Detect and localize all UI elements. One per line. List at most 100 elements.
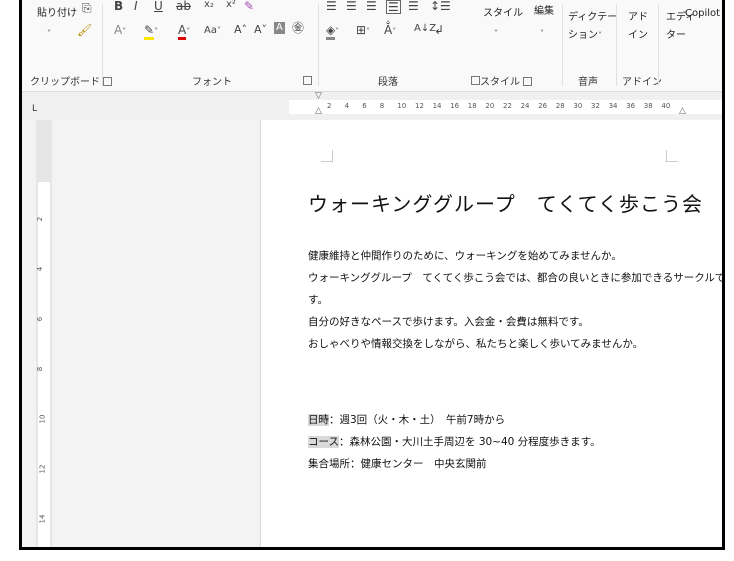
body-paragraph[interactable]: おしゃべりや情報交換をしながら、私たちと楽しく歩いてみませんか。 [308, 336, 643, 351]
ruler-tick-label: 30 [573, 102, 583, 110]
left-indent-marker-icon[interactable]: △ [315, 107, 322, 116]
detail-line-date[interactable]: 日時：週3回（火・木・土） 午前7時から [308, 412, 505, 427]
ruler-tick-label: 12 [415, 102, 424, 110]
paragraph-launcher-icon[interactable] [471, 76, 480, 85]
addins-button-line2[interactable]: イン [628, 26, 648, 41]
body-paragraph[interactable]: 自分の好きなペースで歩けます。入会金・会費は無料です。 [308, 314, 589, 329]
ruler-tick-label: 4 [36, 266, 45, 272]
detail-text: 健康センター 中央玄関前 [360, 458, 487, 470]
ruler-tick-label: 6 [362, 102, 367, 110]
paragraph-group-label: 段落 [378, 77, 398, 88]
ribbon-separator [658, 4, 659, 86]
ruler-tick-label: 14 [432, 102, 442, 110]
right-indent-marker-icon[interactable]: △ [679, 107, 686, 116]
addins-button[interactable]: アド [628, 8, 648, 23]
crop-mark-top-right [666, 150, 678, 162]
change-case-button[interactable]: Aa˅ [204, 26, 221, 36]
document-title[interactable]: ウォーキンググループ てくてく歩こう会 [308, 188, 703, 217]
ruler-tick-label: 22 [503, 102, 512, 110]
paste-options-icon[interactable]: ⎘ [82, 2, 92, 14]
italic-icon[interactable]: I [134, 0, 138, 12]
line-spacing-icon[interactable]: ↕☰ [430, 0, 451, 12]
editor-button-line2[interactable]: ター [666, 26, 686, 41]
ruler-tick-label: 40 [661, 102, 671, 110]
body-paragraph[interactable]: 健康維持と仲間作りのために、ウォーキングを始めてみませんか。 [308, 248, 622, 263]
body-paragraph[interactable]: ウォーキンググループ てくてく歩こう会では、都合の良いときに参加できるサークルで [308, 270, 722, 285]
ruler-tick-label: 2 [327, 102, 332, 110]
detail-text: 森林公園・大川土手周辺を 30~40 分程度歩きます。 [349, 436, 601, 448]
ribbon-separator [102, 4, 103, 86]
copilot-button[interactable]: Copilot [685, 8, 720, 19]
align-center-icon[interactable]: ☰ [346, 0, 357, 12]
character-shading-icon[interactable]: A [274, 22, 285, 34]
show-marks-icon[interactable]: ↲ [434, 24, 444, 36]
first-line-indent-marker-icon[interactable]: ▽ [315, 92, 322, 101]
ruler-tick-label: 4 [344, 102, 350, 110]
align-left-icon[interactable]: ☰ [326, 0, 337, 12]
ribbon-separator [616, 4, 617, 86]
styles-group: スタイル ˅ スタイル [480, 0, 532, 91]
editing-button[interactable]: 編集 [534, 2, 554, 17]
paste-dropdown-chevron-icon[interactable]: ˅ [47, 26, 51, 38]
ruler-tick-label: 14 [38, 514, 47, 524]
bold-icon[interactable]: B [114, 0, 123, 12]
superscript-icon[interactable]: x² [226, 0, 236, 10]
sort-icon[interactable]: A↓Z [414, 24, 436, 34]
ruler-tick-label: 2 [36, 216, 45, 222]
styles-chevron-icon[interactable]: ˅ [494, 26, 498, 38]
subscript-icon[interactable]: x₂ [204, 0, 214, 10]
justify-icon[interactable]: ☰ [386, 0, 401, 14]
addins-group-label: アドイン [622, 77, 662, 88]
paragraph-group: ☰ ☰ ☰ ☰ ☰ ↕☰ ◈˅ ⊞˅ A̐˅ A↓Z ↲ 段落 [320, 0, 480, 91]
ruler-tick-label: 20 [485, 102, 495, 110]
text-effects-icon[interactable]: A˅ [114, 24, 126, 36]
enclose-characters-icon[interactable]: ㊎ [292, 22, 304, 34]
ribbon: 貼り付け ⎘ ˅ 🖌 クリップボード B I U ab x₂ x² ✎ A˅ ✎… [22, 0, 722, 92]
ruler-tick-label: 6 [36, 316, 45, 322]
crop-mark-top-left [321, 150, 333, 162]
asian-layout-icon[interactable]: A̐˅ [384, 24, 396, 36]
distributed-icon[interactable]: ☰ [408, 0, 419, 12]
tab-selector-icon[interactable]: L [32, 104, 37, 114]
styles-launcher-icon[interactable] [523, 77, 532, 86]
body-paragraph[interactable]: す。 [308, 292, 328, 307]
ruler-tick-label: 8 [379, 102, 385, 110]
paste-button[interactable]: 貼り付け [37, 4, 77, 19]
dictation-button-line2[interactable]: ション˅ [568, 26, 602, 41]
shrink-font-icon[interactable]: A˅ [254, 24, 267, 35]
strikethrough-icon[interactable]: ab [176, 0, 191, 12]
copilot-group: Copilot [685, 0, 722, 91]
grow-font-icon[interactable]: A˄ [234, 24, 247, 35]
horizontal-ruler[interactable]: ▽ △ △ 2 4 6 8 10 12 14 16 18 20 22 24 26 28 30 32 34 36 38… [22, 92, 722, 120]
clipboard-group: 貼り付け ⎘ ˅ 🖌 クリップボード [22, 0, 112, 91]
shading-icon[interactable]: ◈˅ [326, 23, 339, 40]
document-canvas: ウォーキンググループ てくてく歩こう会 健康維持と仲間作りのために、ウォーキング… [52, 120, 722, 547]
highlight-color-icon[interactable]: ✎˅ [144, 23, 158, 40]
ruler-tick-label: 36 [626, 102, 636, 110]
align-right-icon[interactable]: ☰ [366, 0, 377, 12]
dictation-button[interactable]: ディクテー [568, 8, 617, 23]
detail-label: 集合場所 [308, 458, 350, 470]
ruler-tick-label: 16 [450, 102, 460, 110]
underline-icon[interactable]: U [154, 0, 163, 12]
borders-icon[interactable]: ⊞˅ [356, 24, 370, 36]
font-group-label: フォント [192, 77, 232, 88]
ruler-tick-label: 32 [591, 102, 600, 110]
format-painter-icon[interactable]: 🖌 [77, 24, 92, 36]
detail-line-course[interactable]: コース：森林公園・大川土手周辺を 30~40 分程度歩きます。 [308, 434, 601, 449]
addins-group: アド イン アドイン [618, 0, 662, 91]
vertical-ruler[interactable]: 246810121416 [36, 120, 52, 547]
editing-chevron-icon[interactable]: ˅ [540, 26, 544, 38]
font-launcher-icon[interactable] [303, 76, 312, 85]
ruler-tick-label: 18 [467, 102, 477, 110]
styles-group-label: スタイル [480, 77, 520, 88]
clear-formatting-icon[interactable]: ✎ [244, 0, 254, 12]
styles-button[interactable]: スタイル [483, 4, 523, 19]
clipboard-group-label: クリップボード [30, 77, 100, 88]
document-page[interactable]: ウォーキンググループ てくてく歩こう会 健康維持と仲間作りのために、ウォーキング… [260, 120, 722, 547]
voice-group: ディクテー ション˅ 音声 [564, 0, 617, 91]
ruler-tick-label: 10 [38, 414, 47, 424]
font-color-icon[interactable]: A˅ [178, 23, 190, 40]
ruler-tick-label: 12 [38, 464, 47, 474]
detail-line-meeting-place[interactable]: 集合場所：健康センター 中央玄関前 [308, 456, 487, 471]
